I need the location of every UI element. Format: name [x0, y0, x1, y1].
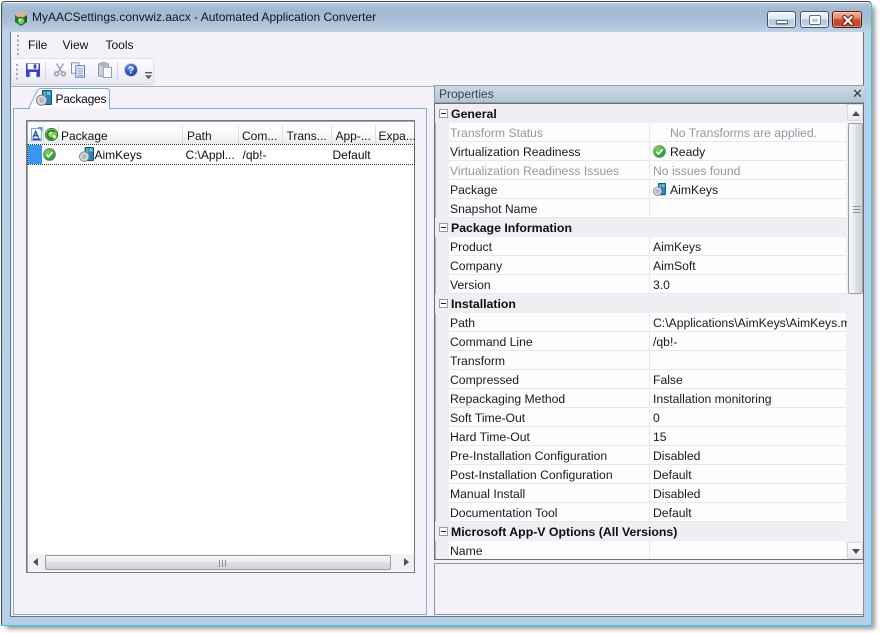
- svg-text:?: ?: [128, 64, 134, 76]
